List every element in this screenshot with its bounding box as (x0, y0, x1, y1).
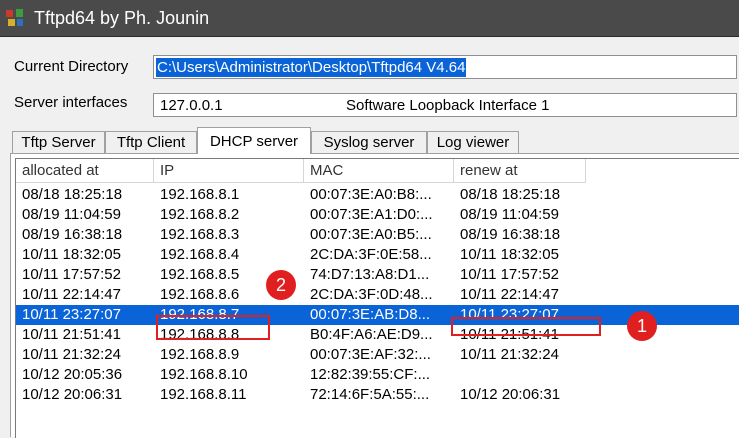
cell-mac: 2C:DA:3F:0E:58... (310, 246, 432, 263)
cell-allocated-at: 08/18 18:25:18 (22, 186, 123, 203)
window-title: Tftpd64 by Ph. Jounin (34, 7, 210, 28)
tab-tftp-server[interactable]: Tftp Server (12, 131, 105, 153)
cell-renew-at: 08/19 16:38:18 (460, 226, 561, 243)
highlight-box-renew (451, 317, 601, 336)
cell-mac: 00:07:3E:A0:B8:... (310, 186, 432, 203)
column-header-renew[interactable]: renew at (454, 159, 586, 183)
column-header-mac[interactable]: MAC (304, 159, 454, 183)
cell-allocated-at: 10/12 20:05:36 (22, 366, 123, 383)
annotation-badge-1: 1 (627, 311, 657, 341)
cell-allocated-at: 08/19 16:38:18 (22, 226, 123, 243)
column-header-allocated[interactable]: allocated at (16, 159, 154, 183)
cell-mac: 2C:DA:3F:0D:48... (310, 286, 433, 303)
cell-renew-at: 10/11 17:57:52 (460, 266, 559, 283)
cell-mac: 00:07:3E:AF:32:... (310, 346, 431, 363)
table-row[interactable]: 10/12 20:05:36 192.168.8.10 12:82:39:55:CF… (16, 365, 739, 385)
cell-renew-at: 08/19 11:04:59 (460, 206, 559, 223)
cell-renew-at: 08/18 18:25:18 (460, 186, 561, 203)
cell-mac: 00:07:3E:A0:B5:... (310, 226, 432, 243)
table-row[interactable]: 10/11 22:14:47 192.168.8.6 2C:DA:3F:0D:48.… (16, 285, 739, 305)
cell-mac: 00:07:3E:AB:D8... (310, 306, 431, 323)
highlight-box-ip (156, 315, 270, 340)
cell-mac: 12:82:39:55:CF:... (310, 366, 431, 383)
cell-mac: 00:07:3E:A1:D0:... (310, 206, 433, 223)
table-row[interactable]: 10/11 18:32:05 192.168.8.4 2C:DA:3F:0E:58.… (16, 245, 739, 265)
cell-allocated-at: 10/11 18:32:05 (22, 246, 121, 263)
tab-dhcp-server[interactable]: DHCP server (197, 127, 311, 154)
cell-allocated-at: 10/11 23:27:07 (22, 306, 121, 323)
table-row[interactable]: 10/11 17:57:52 192.168.8.5 74:D7:13:A8:D1.… (16, 265, 739, 285)
cell-allocated-at: 10/11 21:32:24 (22, 346, 121, 363)
dhcp-lease-list[interactable]: allocated at IP MAC renew at 08/18 18:25… (15, 158, 739, 438)
cell-ip: 192.168.8.10 (160, 366, 248, 383)
cell-allocated-at: 10/11 22:14:47 (22, 286, 121, 303)
tftpd-app-icon (4, 7, 26, 29)
current-directory-label: Current Directory (14, 58, 129, 75)
table-row[interactable]: 08/18 18:25:18 192.168.8.1 00:07:3E:A0:B8:… (16, 185, 739, 205)
cell-ip: 192.168.8.11 (160, 386, 247, 403)
tab-log-viewer[interactable]: Log viewer (427, 131, 519, 153)
cell-allocated-at: 08/19 11:04:59 (22, 206, 121, 223)
main-window-client: Current Directory C:\Users\Administrator… (0, 36, 739, 438)
server-interface-ip: 127.0.0.1 (160, 96, 223, 114)
tab-syslog-server[interactable]: Syslog server (311, 131, 427, 153)
cell-allocated-at: 10/11 21:51:41 (22, 326, 121, 343)
current-directory-input[interactable]: C:\Users\Administrator\Desktop\Tftpd64 V… (153, 55, 737, 79)
current-directory-value: C:\Users\Administrator\Desktop\Tftpd64 V… (156, 57, 467, 77)
title-bar: Tftpd64 by Ph. Jounin (0, 0, 739, 36)
cell-allocated-at: 10/11 17:57:52 (22, 266, 121, 283)
cell-renew-at: 10/11 22:14:47 (460, 286, 559, 303)
cell-mac: B0:4F:A6:AE:D9... (310, 326, 433, 343)
cell-renew-at: 10/12 20:06:31 (460, 386, 561, 403)
server-interfaces-label: Server interfaces (14, 94, 128, 111)
server-interface-description: Software Loopback Interface 1 (346, 96, 550, 114)
cell-allocated-at: 10/12 20:06:31 (22, 386, 123, 403)
cell-renew-at: 10/11 18:32:05 (460, 246, 559, 263)
cell-renew-at: 10/11 21:32:24 (460, 346, 559, 363)
table-row[interactable]: 10/12 20:06:31 192.168.8.11 72:14:6F:5A:55… (16, 385, 739, 405)
table-row[interactable]: 08/19 11:04:59 192.168.8.2 00:07:3E:A1:D0:… (16, 205, 739, 225)
cell-mac: 74:D7:13:A8:D1... (310, 266, 430, 283)
table-row[interactable]: 08/19 16:38:18 192.168.8.3 00:07:3E:A0:B5:… (16, 225, 739, 245)
dhcp-panel: allocated at IP MAC renew at 08/18 18:25… (10, 153, 739, 438)
cell-ip: 192.168.8.2 (160, 206, 240, 223)
cell-renew-at (460, 365, 586, 385)
cell-mac: 72:14:6F:5A:55:... (310, 386, 430, 403)
tab-tftp-client[interactable]: Tftp Client (105, 131, 197, 153)
table-row[interactable]: 10/11 21:32:24 192.168.8.9 00:07:3E:AF:32:… (16, 345, 739, 365)
server-interfaces-select[interactable]: 127.0.0.1 Software Loopback Interface 1 (153, 93, 737, 117)
cell-ip: 192.168.8.1 (160, 186, 240, 203)
cell-ip: 192.168.8.4 (160, 246, 240, 263)
cell-ip: 192.168.8.9 (160, 346, 240, 363)
cell-ip: 192.168.8.3 (160, 226, 240, 243)
column-header-ip[interactable]: IP (154, 159, 304, 183)
annotation-badge-2: 2 (266, 270, 296, 300)
